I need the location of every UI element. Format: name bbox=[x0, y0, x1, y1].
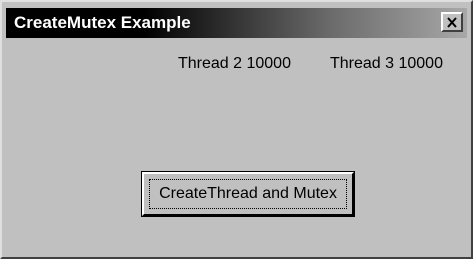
thread-3-status: Thread 3 10000 bbox=[330, 55, 443, 72]
create-button-label: CreateThread and Mutex bbox=[159, 185, 337, 202]
thread-2-status: Thread 2 10000 bbox=[178, 55, 291, 72]
app-window: CreateMutex Example Thread 2 10000 Threa… bbox=[0, 0, 473, 259]
close-icon bbox=[446, 16, 458, 28]
close-button[interactable] bbox=[441, 12, 463, 32]
window-title: CreateMutex Example bbox=[14, 13, 191, 32]
title-bar[interactable]: CreateMutex Example bbox=[6, 8, 467, 38]
create-thread-and-mutex-button[interactable]: CreateThread and Mutex bbox=[141, 171, 355, 217]
